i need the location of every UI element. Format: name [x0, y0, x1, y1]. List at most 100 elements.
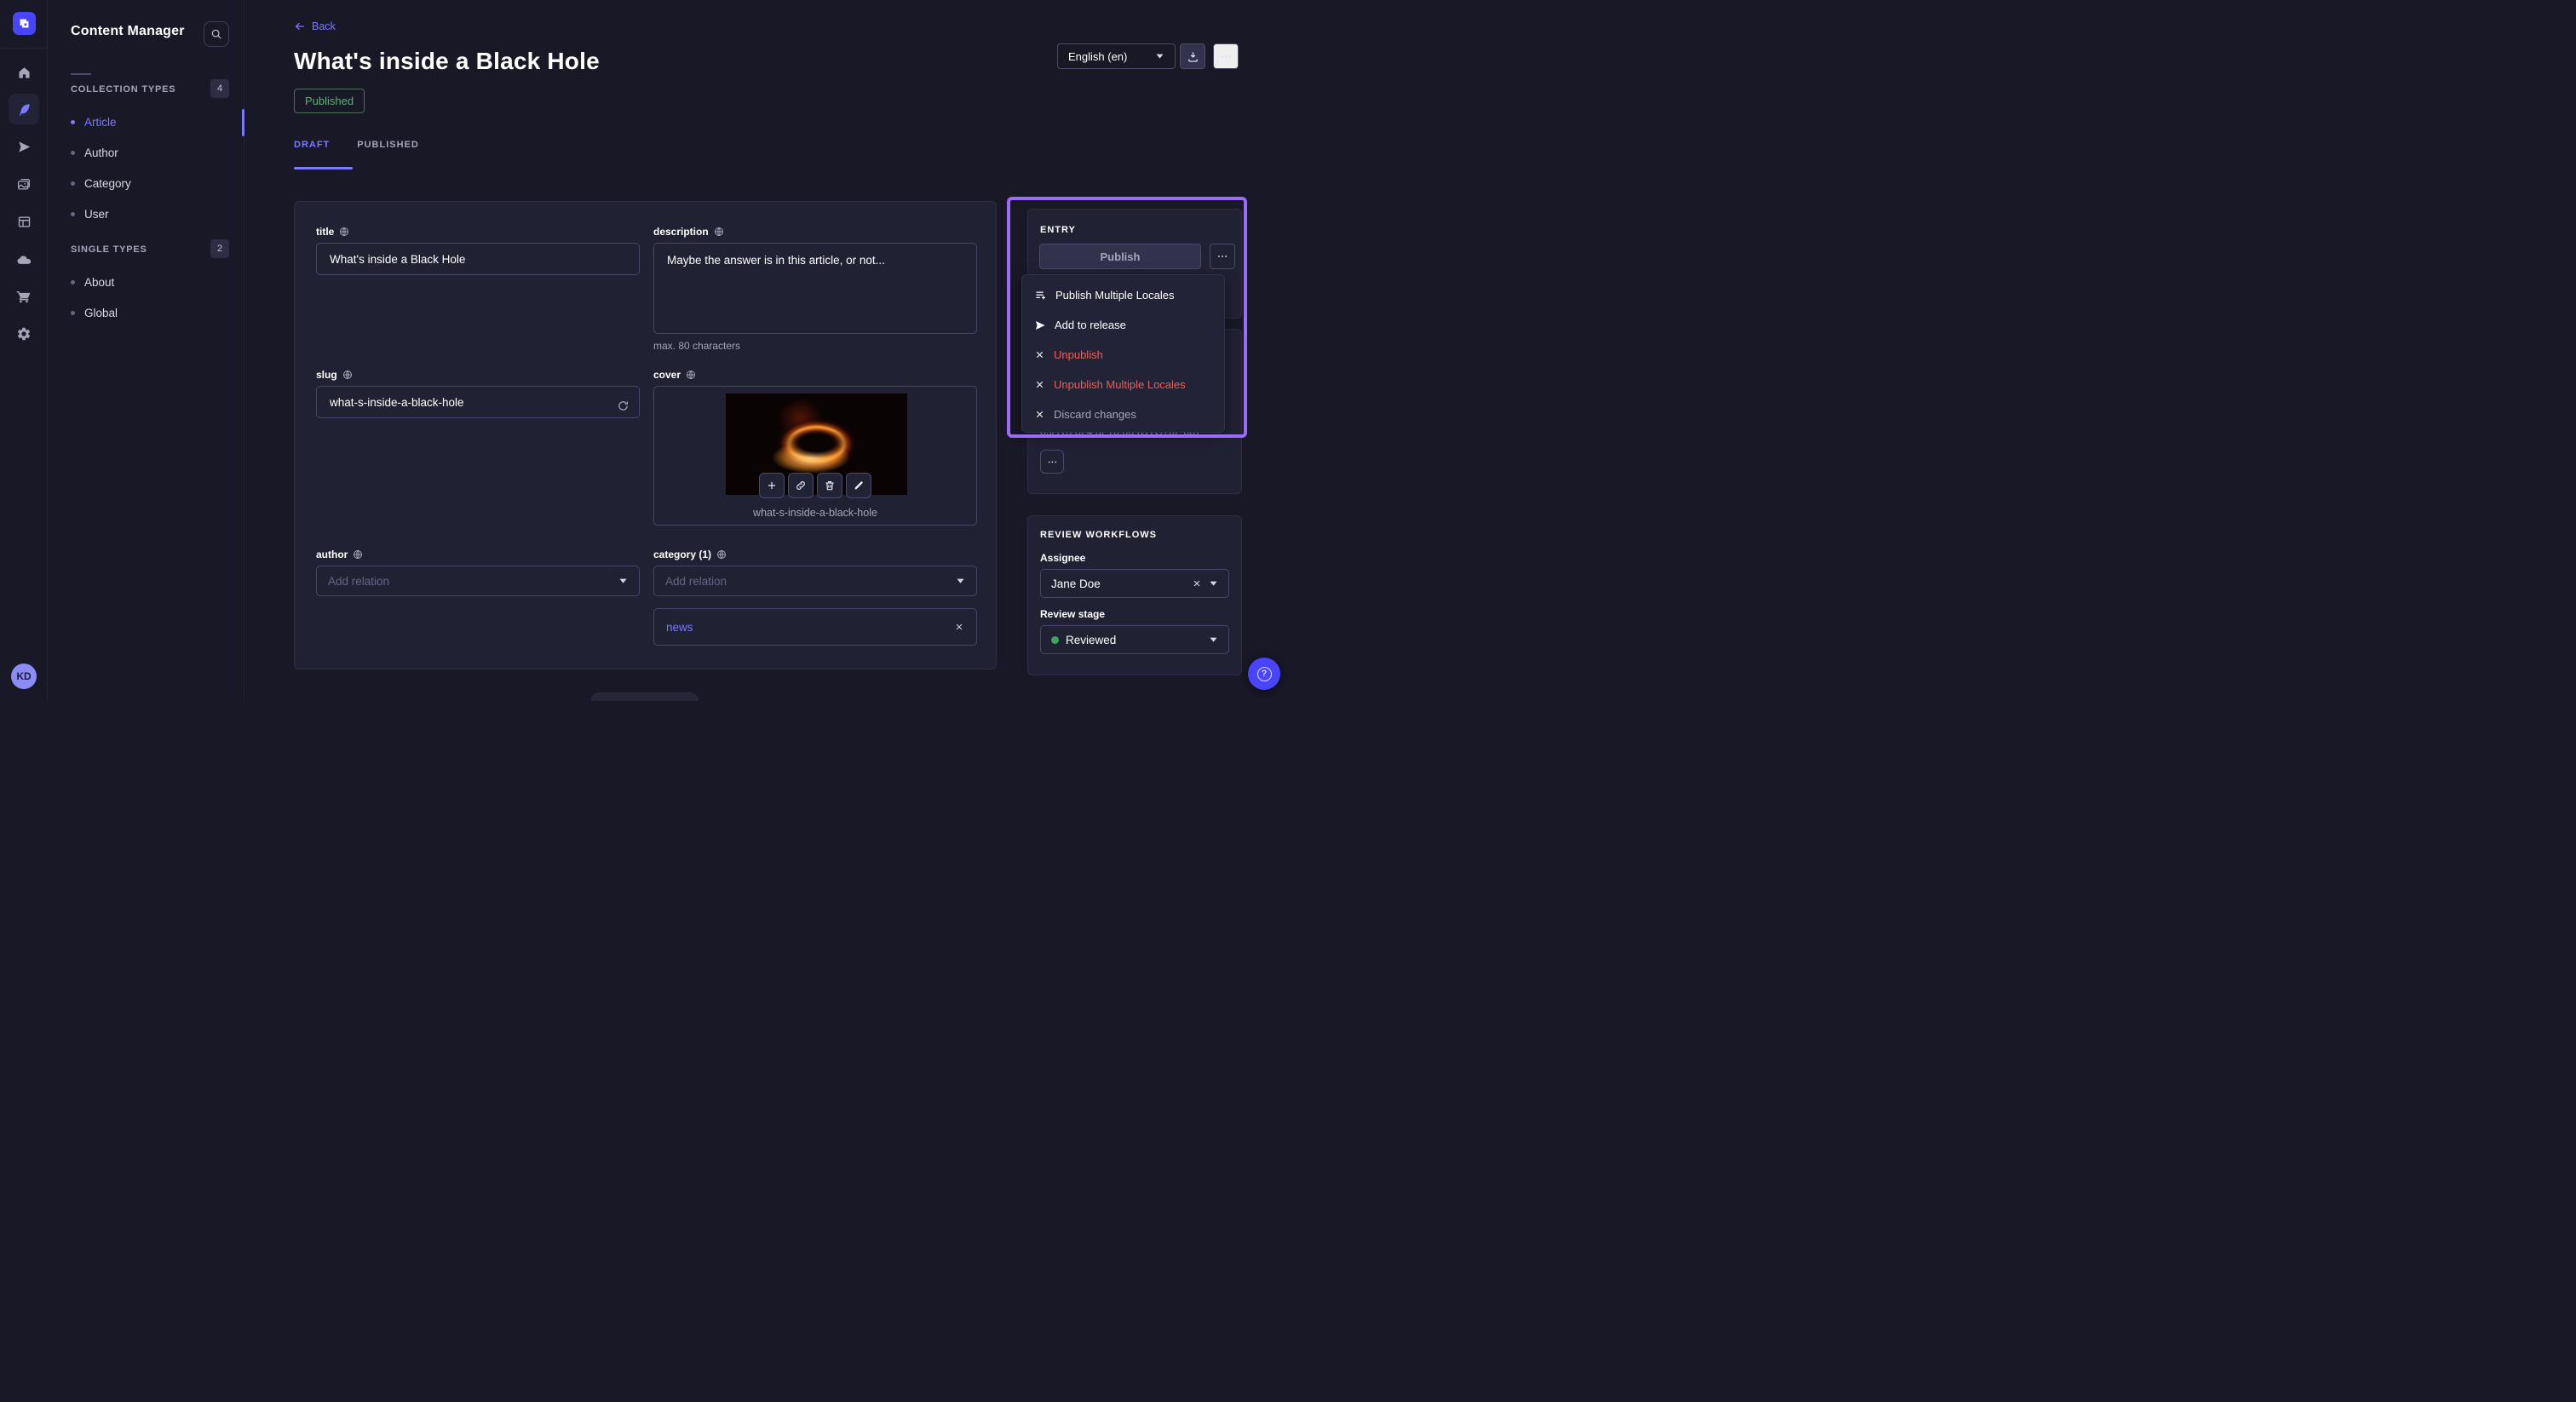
arrow-left-icon	[294, 20, 306, 32]
globe-icon	[686, 370, 696, 380]
chevron-down-icon	[618, 577, 628, 584]
strapi-logo[interactable]	[13, 12, 36, 35]
cross-icon	[1034, 379, 1045, 390]
ellipsis-icon	[1047, 457, 1058, 468]
information-more-button[interactable]	[1040, 450, 1064, 474]
question-mark-icon: ?	[1257, 667, 1272, 681]
menu-item-add-to-release[interactable]: Add to release	[1022, 310, 1224, 340]
tab-active-underline	[294, 167, 353, 170]
media-library-icon[interactable]	[9, 170, 39, 200]
next-section-partial	[591, 692, 699, 701]
content-manager-icon[interactable]	[9, 94, 39, 124]
globe-icon	[339, 227, 349, 237]
active-item-indicator	[242, 109, 244, 136]
sidebar-item-label: Global	[84, 307, 118, 319]
delete-media-button[interactable]	[817, 473, 842, 498]
entry-actions-menu: Publish Multiple Locales Add to release …	[1021, 274, 1225, 433]
add-media-button[interactable]	[759, 473, 785, 498]
sidebar-item-user[interactable]: User	[71, 201, 229, 227]
search-button[interactable]	[204, 21, 229, 47]
sidebar-item-label: Category	[84, 177, 131, 190]
section-collection-types: COLLECTION TYPES	[71, 84, 175, 95]
menu-item-unpublish[interactable]: Unpublish	[1022, 340, 1224, 370]
single-types-count-badge: 2	[210, 239, 229, 258]
search-icon	[210, 28, 222, 40]
strapi-app: KD Content Manager COLLECTION TYPES 4 Ar…	[0, 0, 1288, 701]
sidebar-title: Content Manager	[71, 24, 185, 39]
chevron-down-icon	[956, 577, 965, 584]
globe-icon	[714, 227, 724, 237]
category-selected-item: news	[653, 608, 977, 646]
nav-rail: KD	[0, 0, 48, 701]
sidebar-item-global[interactable]: Global	[71, 300, 229, 325]
relation-news-link[interactable]: news	[666, 621, 954, 634]
menu-item-discard-changes[interactable]: Discard changes	[1022, 399, 1224, 429]
slug-input[interactable]	[316, 386, 640, 418]
field-cover-label: cover	[653, 369, 977, 381]
list-plus-icon	[1034, 289, 1047, 302]
globe-icon	[342, 370, 353, 380]
tab-draft[interactable]: DRAFT	[294, 140, 330, 150]
assignee-value: Jane Doe	[1051, 577, 1185, 590]
field-author-label: author	[316, 549, 640, 560]
sidebar-item-author[interactable]: Author	[71, 140, 229, 165]
settings-icon[interactable]	[9, 319, 39, 349]
title-input[interactable]	[316, 243, 640, 275]
category-placeholder: Add relation	[665, 575, 956, 588]
page-title: What's inside a Black Hole	[294, 48, 600, 75]
cross-icon	[1034, 349, 1045, 360]
releases-icon[interactable]	[9, 131, 39, 162]
review-stage-select[interactable]: Reviewed	[1040, 625, 1229, 654]
header-more-button[interactable]	[1213, 43, 1239, 69]
remove-relation-icon[interactable]	[954, 622, 964, 632]
review-workflows-panel: REVIEW WORKFLOWS Assignee Jane Doe Revie…	[1027, 515, 1242, 675]
marketplace-icon[interactable]	[9, 281, 39, 312]
clear-assignee-icon[interactable]	[1192, 578, 1202, 589]
field-cover: cover what-s-inside-a-black-hole	[653, 369, 977, 526]
sidebar: Content Manager COLLECTION TYPES 4 Artic…	[48, 0, 244, 701]
ellipsis-icon	[1220, 50, 1233, 63]
cloud-icon[interactable]	[9, 244, 39, 275]
publish-button[interactable]: Publish	[1039, 244, 1201, 269]
field-category-label: category (1)	[653, 549, 977, 560]
home-icon[interactable]	[9, 57, 39, 88]
review-stage-value: Reviewed	[1066, 634, 1202, 646]
field-category: category (1) Add relation	[653, 549, 977, 596]
tab-published[interactable]: PUBLISHED	[357, 140, 419, 150]
back-link[interactable]: Back	[294, 20, 336, 32]
export-button[interactable]	[1180, 43, 1205, 69]
field-slug-label: slug	[316, 369, 640, 381]
plus-icon	[766, 480, 778, 491]
locale-select[interactable]: English (en)	[1057, 43, 1176, 69]
trash-icon	[824, 480, 836, 491]
entry-more-button[interactable]	[1210, 244, 1235, 269]
copy-link-button[interactable]	[788, 473, 814, 498]
ellipsis-icon	[1216, 250, 1228, 262]
edit-media-button[interactable]	[846, 473, 871, 498]
sidebar-item-about[interactable]: About	[71, 269, 229, 295]
content-type-builder-icon[interactable]	[9, 206, 39, 237]
menu-item-publish-multiple-locales[interactable]: Publish Multiple Locales	[1022, 280, 1224, 310]
assignee-select[interactable]: Jane Doe	[1040, 569, 1229, 598]
bullet-icon	[71, 151, 75, 155]
globe-icon	[716, 549, 727, 560]
chevron-down-icon	[1209, 580, 1218, 587]
entry-panel-title: ENTRY	[1040, 225, 1076, 235]
sidebar-item-label: User	[84, 208, 109, 221]
assignee-label: Assignee	[1040, 552, 1229, 564]
help-button[interactable]: ?	[1248, 658, 1280, 690]
regenerate-slug-icon[interactable]	[617, 399, 630, 412]
description-textarea[interactable]: Maybe the answer is in this article, or …	[653, 243, 977, 334]
sidebar-item-category[interactable]: Category	[71, 170, 229, 196]
sidebar-item-article[interactable]: Article	[71, 109, 229, 135]
review-panel-title: REVIEW WORKFLOWS	[1040, 530, 1229, 540]
bullet-icon	[71, 212, 75, 216]
user-avatar[interactable]: KD	[11, 664, 37, 689]
category-relation-select[interactable]: Add relation	[653, 566, 977, 596]
menu-item-unpublish-multiple-locales[interactable]: Unpublish Multiple Locales	[1022, 370, 1224, 399]
chevron-down-icon	[1209, 636, 1218, 643]
bullet-icon	[71, 181, 75, 186]
download-icon	[1187, 50, 1199, 63]
bullet-icon	[71, 311, 75, 315]
author-relation-select[interactable]: Add relation	[316, 566, 640, 596]
